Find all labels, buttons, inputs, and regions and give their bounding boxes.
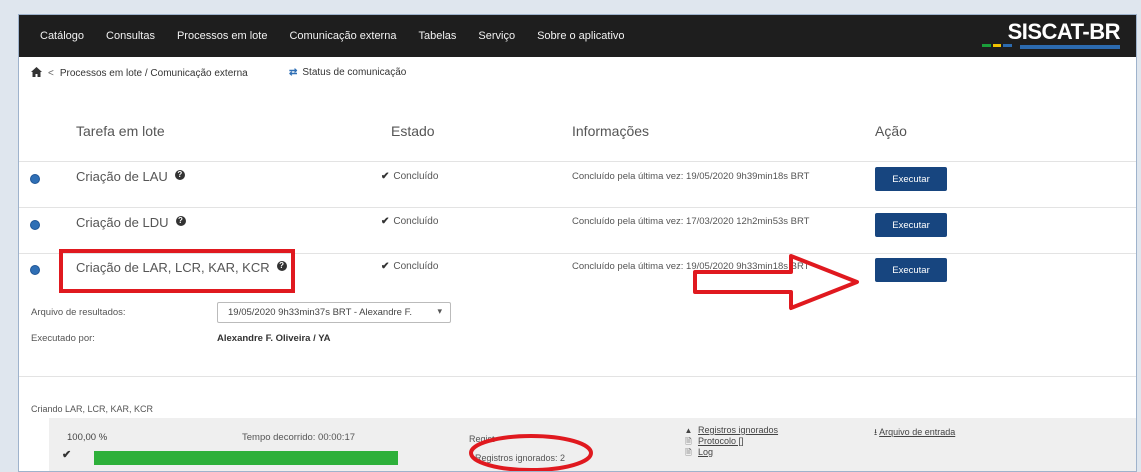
executar-button[interactable]: Executar	[875, 213, 947, 237]
expand-icon[interactable]	[30, 220, 40, 230]
logo-bar	[1020, 45, 1120, 49]
help-icon[interactable]: ?	[174, 170, 185, 180]
document-icon: 🗎	[685, 448, 692, 457]
header-acao: Ação	[875, 123, 907, 139]
annotation-arrow	[693, 254, 859, 310]
breadcrumb-separator: <	[48, 68, 54, 79]
nav-item-consultas[interactable]: Consultas	[95, 30, 166, 42]
process-title: Criando LAR, LCR, KAR, KCR	[31, 404, 154, 414]
nav-item-comunicacao-externa[interactable]: Comunicação externa	[278, 30, 407, 42]
info-cell: Concluído pela última vez: 19/05/2020 9h…	[572, 171, 810, 182]
state-cell: ✔ Concluído	[381, 261, 439, 272]
executed-by-value: Alexandre F. Oliveira / YA	[217, 333, 331, 344]
process-links: ▲ Registros ignorados 🗎 Protocolo [] 🗎 Log	[683, 425, 779, 458]
status-comunicacao-link[interactable]: ⇄ Status de comunicação	[289, 67, 406, 78]
ignored-records-link[interactable]: Registros ignorados	[698, 425, 778, 435]
info-cell: Concluído pela última vez: 17/03/2020 12…	[572, 216, 810, 227]
executar-button[interactable]: Executar	[875, 258, 947, 282]
check-icon: ✔	[381, 216, 390, 227]
annotation-highlight-box	[59, 249, 295, 293]
executar-button[interactable]: Executar	[875, 167, 947, 191]
breadcrumb-path[interactable]: Processos em lote / Comunicação externa	[60, 68, 248, 79]
log-link[interactable]: Log	[698, 447, 713, 457]
progress-bar	[94, 451, 398, 465]
check-icon: ✔	[381, 261, 390, 272]
swap-icon: ⇄	[289, 67, 298, 78]
header-tarefa: Tarefa em lote	[76, 123, 165, 139]
results-file-label: Arquivo de resultados:	[31, 307, 126, 318]
top-navbar: Catálogo Consultas Processos em lote Com…	[19, 15, 1136, 57]
elapsed-time: Tempo decorrido: 00:00:17	[242, 432, 356, 443]
table-divider	[19, 161, 1136, 162]
nav-item-tabelas[interactable]: Tabelas	[407, 30, 467, 42]
section-divider	[19, 376, 1136, 377]
status-comunicacao-label: Status de comunicação	[302, 67, 407, 78]
document-icon: 🗎	[685, 437, 692, 446]
task-name: Criação de LAU?	[76, 169, 185, 184]
download-icon: ⭳	[874, 427, 878, 437]
nav-item-servico[interactable]: Serviço	[467, 30, 526, 42]
state-cell: ✔ Concluído	[381, 216, 439, 227]
table-divider	[19, 207, 1136, 208]
progress-percent: 100,00 %	[67, 432, 108, 443]
progress-bar-fill	[94, 451, 398, 465]
header-informacoes: Informações	[572, 123, 650, 139]
check-icon: ✔	[381, 171, 390, 182]
results-file-select[interactable]: 19/05/2020 9h33min37s BRT - Alexandre F.…	[217, 302, 451, 323]
app-window: Catálogo Consultas Processos em lote Com…	[18, 14, 1137, 472]
help-icon[interactable]: ?	[175, 216, 186, 226]
input-file-link-wrap: ⭳ Arquivo de entrada	[874, 425, 955, 441]
header-estado: Estado	[391, 123, 435, 139]
input-file-link[interactable]: Arquivo de entrada	[879, 427, 955, 437]
siscat-logo: SISCAT-BR	[982, 19, 1121, 51]
nav-item-catalogo[interactable]: Catálogo	[29, 30, 95, 42]
nav-item-sobre[interactable]: Sobre o aplicativo	[526, 30, 635, 42]
executed-by-label: Executado por:	[31, 333, 95, 344]
breadcrumb: < Processos em lote / Comunicação extern…	[31, 67, 248, 80]
task-name: Criação de LDU?	[76, 215, 186, 230]
warning-icon: ▲	[684, 426, 693, 435]
chevron-down-icon: ▾	[437, 306, 442, 316]
expand-icon[interactable]	[30, 174, 40, 184]
nav-item-processos-em-lote[interactable]: Processos em lote	[166, 30, 278, 42]
protocol-link[interactable]: Protocolo []	[698, 436, 744, 446]
expand-icon[interactable]	[30, 265, 40, 275]
logo-text: SISCAT-BR	[1007, 19, 1121, 44]
check-icon: ✔	[62, 449, 72, 461]
logo-stripes	[982, 43, 1013, 49]
annotation-ellipse	[469, 434, 593, 471]
home-icon[interactable]	[31, 67, 42, 80]
state-cell: ✔ Concluído	[381, 171, 439, 182]
